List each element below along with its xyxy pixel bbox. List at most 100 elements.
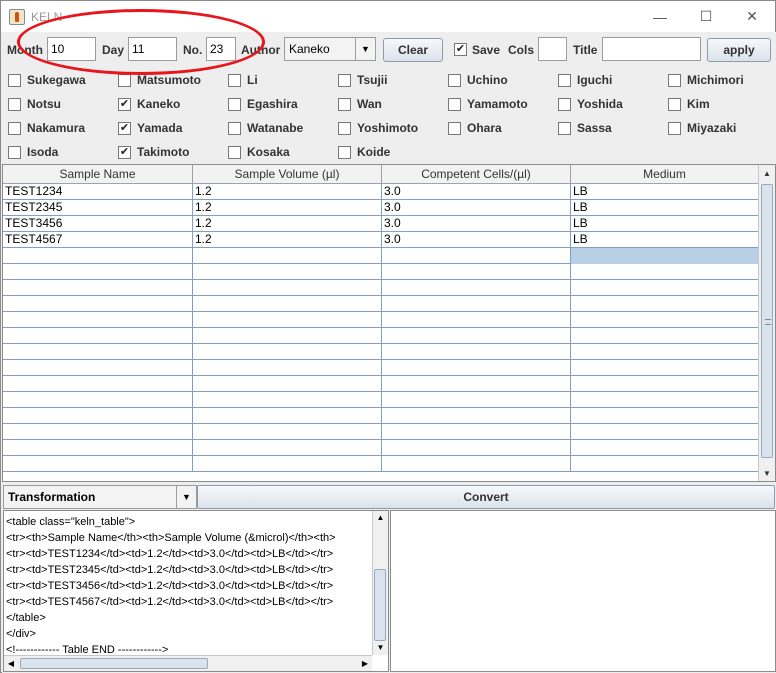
- author-checkbox-item[interactable]: Egashira: [228, 94, 298, 114]
- table-cell[interactable]: [382, 440, 571, 456]
- minimize-icon[interactable]: —: [637, 1, 683, 32]
- checkbox-icon[interactable]: [228, 121, 241, 135]
- checkbox-icon[interactable]: [448, 73, 461, 87]
- table-cell[interactable]: [193, 296, 382, 312]
- table-cell[interactable]: 1.2: [193, 200, 382, 216]
- author-checkbox-item[interactable]: Sukegawa: [8, 70, 86, 90]
- table-cell[interactable]: [382, 344, 571, 360]
- table-row[interactable]: [3, 392, 759, 408]
- table-cell[interactable]: [571, 344, 759, 360]
- scroll-down-icon[interactable]: ▼: [373, 641, 388, 655]
- author-checkbox-item[interactable]: Uchino: [448, 70, 508, 90]
- author-checkbox-item[interactable]: Miyazaki: [668, 118, 736, 138]
- author-checkbox-item[interactable]: Matsumoto: [118, 70, 201, 90]
- table-row[interactable]: [3, 376, 759, 392]
- chevron-down-icon[interactable]: ▼: [176, 486, 196, 508]
- table-cell[interactable]: 1.2: [193, 232, 382, 248]
- table-cell[interactable]: [571, 312, 759, 328]
- author-checkbox-item[interactable]: Ohara: [448, 118, 502, 138]
- table-cell[interactable]: [382, 248, 571, 264]
- checkbox-icon[interactable]: [338, 121, 351, 135]
- table-cell[interactable]: 1.2: [193, 216, 382, 232]
- author-checkbox-item[interactable]: Yoshida: [558, 94, 623, 114]
- column-header[interactable]: Sample Volume (µl): [193, 165, 382, 184]
- table-cell[interactable]: [3, 264, 193, 280]
- table-cell[interactable]: [3, 328, 193, 344]
- scroll-thumb[interactable]: [374, 569, 386, 641]
- code-horizontal-scrollbar[interactable]: ◀ ▶: [4, 655, 372, 671]
- table-row[interactable]: [3, 248, 759, 264]
- checkbox-icon[interactable]: [558, 121, 571, 135]
- checkbox-icon[interactable]: [8, 97, 21, 111]
- table-cell[interactable]: [382, 312, 571, 328]
- author-checkbox-item[interactable]: Kosaka: [228, 142, 290, 162]
- table-cell[interactable]: [3, 424, 193, 440]
- table-cell[interactable]: 3.0: [382, 216, 571, 232]
- convert-button[interactable]: Convert: [197, 485, 775, 509]
- table-row[interactable]: [3, 280, 759, 296]
- checkbox-icon[interactable]: [8, 121, 21, 135]
- table-cell[interactable]: [571, 296, 759, 312]
- table-cell[interactable]: [193, 376, 382, 392]
- close-icon[interactable]: ✕: [729, 1, 775, 32]
- checkbox-icon[interactable]: [668, 121, 681, 135]
- table-cell[interactable]: [3, 376, 193, 392]
- table-cell[interactable]: [193, 408, 382, 424]
- checkbox-icon[interactable]: [8, 73, 21, 87]
- table-row[interactable]: [3, 408, 759, 424]
- table-row[interactable]: [3, 440, 759, 456]
- table-cell[interactable]: [571, 264, 759, 280]
- table-cell[interactable]: [193, 424, 382, 440]
- checkbox-icon[interactable]: [448, 121, 461, 135]
- table-cell[interactable]: [193, 344, 382, 360]
- author-checkbox-item[interactable]: ✔ Kaneko: [118, 94, 180, 114]
- table-row[interactable]: TEST4567 1.2 3.0 LB: [3, 232, 759, 248]
- checked-checkbox-icon[interactable]: ✔: [118, 145, 131, 159]
- table-cell[interactable]: 3.0: [382, 232, 571, 248]
- save-checkbox[interactable]: ✔: [454, 43, 467, 56]
- clear-button[interactable]: Clear: [383, 38, 443, 62]
- table-row[interactable]: [3, 344, 759, 360]
- author-checkbox-item[interactable]: ✔ Takimoto: [118, 142, 189, 162]
- table-cell[interactable]: 1.2: [193, 184, 382, 200]
- table-cell[interactable]: [571, 376, 759, 392]
- table-cell[interactable]: [382, 456, 571, 472]
- checked-checkbox-icon[interactable]: ✔: [118, 97, 131, 111]
- scroll-thumb[interactable]: [20, 658, 208, 669]
- table-cell[interactable]: LB: [571, 232, 759, 248]
- table-vertical-scrollbar[interactable]: ▲ ▼: [758, 165, 775, 481]
- day-field[interactable]: 11: [128, 37, 177, 61]
- transformation-dropdown[interactable]: Transformation ▼: [3, 485, 197, 509]
- table-cell[interactable]: [382, 296, 571, 312]
- table-cell[interactable]: TEST2345: [3, 200, 193, 216]
- table-cell[interactable]: [193, 440, 382, 456]
- table-cell[interactable]: [3, 344, 193, 360]
- author-checkbox-item[interactable]: Notsu: [8, 94, 61, 114]
- checkbox-icon[interactable]: [228, 73, 241, 87]
- table-cell[interactable]: [193, 264, 382, 280]
- checkbox-icon[interactable]: [558, 97, 571, 111]
- table-cell[interactable]: [3, 408, 193, 424]
- checkbox-icon[interactable]: [8, 145, 21, 159]
- table-cell[interactable]: [571, 280, 759, 296]
- table-cell[interactable]: [3, 360, 193, 376]
- checkbox-icon[interactable]: [668, 73, 681, 87]
- table-cell[interactable]: TEST4567: [3, 232, 193, 248]
- table-cell[interactable]: [3, 280, 193, 296]
- checkbox-icon[interactable]: [558, 73, 571, 87]
- table-cell[interactable]: [193, 280, 382, 296]
- table-cell[interactable]: 3.0: [382, 184, 571, 200]
- table-cell[interactable]: [3, 312, 193, 328]
- checkbox-icon[interactable]: [448, 97, 461, 111]
- month-field[interactable]: 10: [47, 37, 96, 61]
- author-checkbox-item[interactable]: Sassa: [558, 118, 612, 138]
- column-header[interactable]: Competent Cells/(µl): [382, 165, 571, 184]
- table-cell[interactable]: [193, 392, 382, 408]
- author-checkbox-item[interactable]: Michimori: [668, 70, 744, 90]
- scroll-down-icon[interactable]: ▼: [759, 465, 775, 481]
- table-cell[interactable]: [3, 440, 193, 456]
- table-cell[interactable]: [3, 296, 193, 312]
- table-cell[interactable]: [193, 360, 382, 376]
- number-field[interactable]: 23: [206, 37, 236, 61]
- html-output-area[interactable]: <table class="keln_table"> <tr><th>Sample…: [3, 510, 389, 672]
